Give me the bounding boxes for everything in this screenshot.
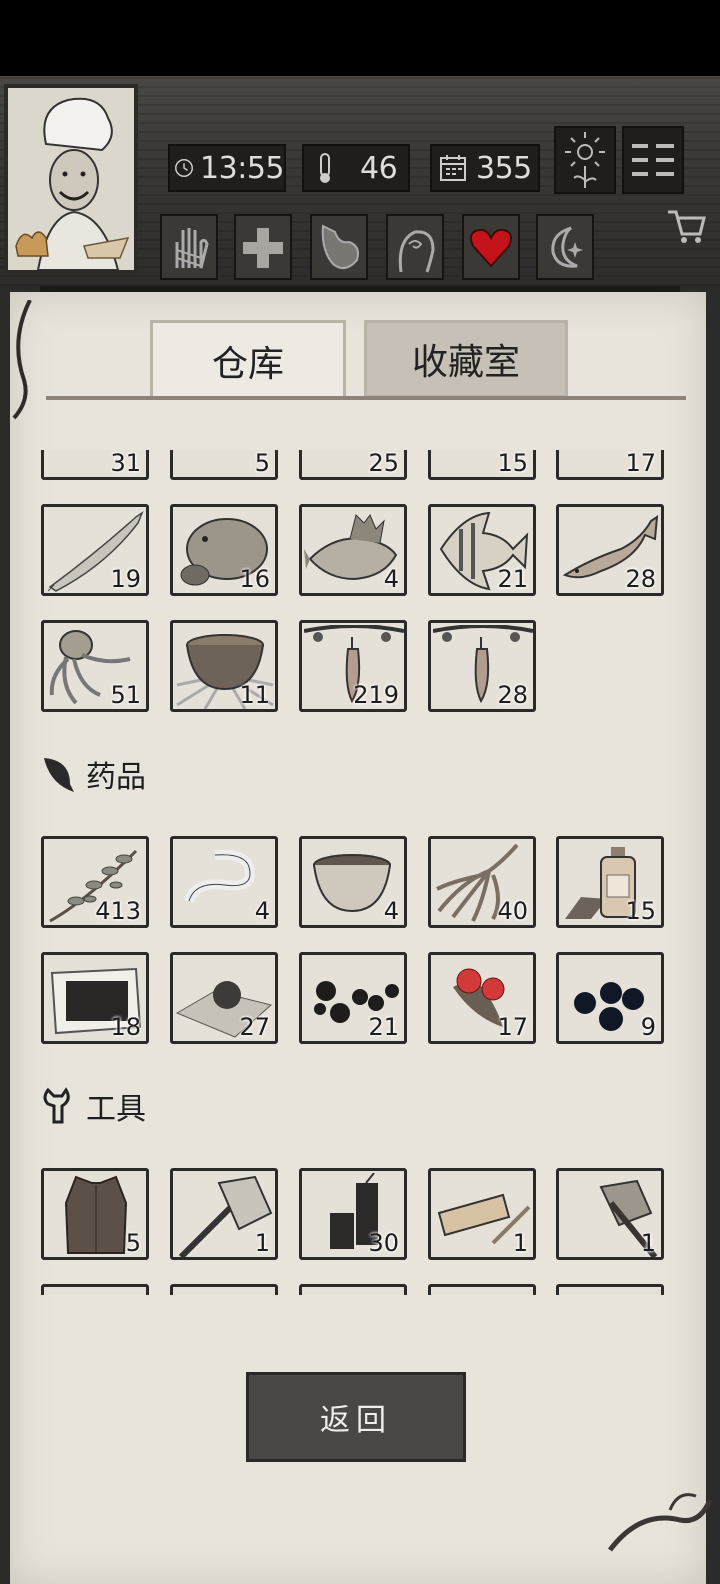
section-title: 药品 bbox=[86, 760, 146, 795]
status-sleep[interactable] bbox=[536, 214, 594, 280]
temperature-display: 46 bbox=[302, 144, 410, 192]
item-cell[interactable]: 5 bbox=[170, 450, 278, 480]
item-cell[interactable]: 31 bbox=[41, 450, 149, 480]
item-cell[interactable]: 9 bbox=[556, 952, 664, 1044]
menu-icon bbox=[632, 144, 674, 176]
item-cell[interactable]: 25 bbox=[299, 450, 407, 480]
item-cell[interactable]: 28 bbox=[556, 504, 664, 596]
days-value: 355 bbox=[476, 150, 532, 186]
item-cell[interactable]: 21 bbox=[428, 504, 536, 596]
item-cell[interactable] bbox=[428, 1284, 536, 1295]
item-cell[interactable]: 17 bbox=[556, 450, 664, 480]
item-cell[interactable]: 219 bbox=[299, 620, 407, 712]
item-cell[interactable]: 15 bbox=[428, 450, 536, 480]
character-portrait[interactable] bbox=[4, 84, 138, 274]
status-health[interactable] bbox=[234, 214, 292, 280]
item-cell[interactable]: 28 bbox=[428, 620, 536, 712]
moon-icon bbox=[551, 226, 583, 268]
wrench-icon bbox=[43, 1087, 70, 1124]
item-cell[interactable]: 30 bbox=[299, 1168, 407, 1260]
section-title: 工具 bbox=[86, 1092, 146, 1127]
status-heart[interactable] bbox=[462, 214, 520, 280]
days-display: 355 bbox=[430, 144, 540, 192]
temperature-value: 46 bbox=[360, 150, 398, 186]
thermometer-icon bbox=[320, 153, 330, 183]
section-tools: 工具 bbox=[40, 1084, 146, 1128]
tab-warehouse[interactable]: 仓库 bbox=[150, 320, 346, 398]
item-cell[interactable]: 16 bbox=[170, 504, 278, 596]
back-button[interactable]: 返回 bbox=[246, 1372, 466, 1462]
item-cell[interactable]: 21 bbox=[299, 952, 407, 1044]
menu-button[interactable] bbox=[622, 126, 684, 194]
sunflower-button[interactable] bbox=[554, 126, 616, 194]
sunflower-icon bbox=[565, 132, 605, 188]
status-bar-area bbox=[0, 0, 720, 76]
clock-icon bbox=[175, 159, 194, 177]
vine-decoration bbox=[608, 1493, 713, 1552]
tab-collection[interactable]: 收藏室 bbox=[364, 320, 568, 398]
item-cell[interactable] bbox=[170, 1284, 278, 1295]
item-cell[interactable]: 1 bbox=[556, 1168, 664, 1260]
item-cell[interactable]: 51 bbox=[41, 620, 149, 712]
inventory-grid[interactable]: 31 5 25 15 17 19 16 4 21 28 51 11 219 28… bbox=[10, 450, 706, 1295]
status-hand[interactable] bbox=[160, 214, 218, 280]
section-medicine: 药品 bbox=[40, 752, 146, 796]
leaf-icon bbox=[44, 758, 74, 792]
item-cell[interactable]: 19 bbox=[41, 504, 149, 596]
time-display: 13:55 bbox=[168, 144, 286, 192]
calendar-icon bbox=[440, 155, 466, 181]
head-icon bbox=[398, 230, 435, 273]
time-value: 13:55 bbox=[200, 150, 284, 186]
item-cell[interactable] bbox=[41, 1284, 149, 1295]
tab-divider bbox=[46, 396, 686, 400]
hand-icon bbox=[175, 228, 209, 269]
item-cell[interactable]: 18 bbox=[41, 952, 149, 1044]
item-cell[interactable]: 11 bbox=[170, 620, 278, 712]
item-cell[interactable]: 413 bbox=[41, 836, 149, 928]
status-stomach[interactable] bbox=[310, 214, 368, 280]
status-mind[interactable] bbox=[386, 214, 444, 280]
item-cell[interactable]: 1 bbox=[170, 1168, 278, 1260]
item-cell[interactable]: 17 bbox=[428, 952, 536, 1044]
item-cell[interactable]: 1 bbox=[428, 1168, 536, 1260]
item-cell[interactable]: 4 bbox=[170, 836, 278, 928]
item-cell[interactable]: 27 bbox=[170, 952, 278, 1044]
item-cell[interactable]: 15 bbox=[556, 836, 664, 928]
medical-cross-icon bbox=[243, 228, 283, 268]
item-cell[interactable]: 4 bbox=[299, 836, 407, 928]
item-cell[interactable]: 5 bbox=[41, 1168, 149, 1260]
vine-decoration bbox=[12, 300, 32, 420]
item-cell[interactable]: 4 bbox=[299, 504, 407, 596]
heart-icon bbox=[470, 228, 512, 268]
item-cell[interactable] bbox=[299, 1284, 407, 1295]
cart-icon[interactable] bbox=[664, 206, 708, 246]
item-cell[interactable] bbox=[556, 1284, 664, 1295]
stomach-icon bbox=[321, 224, 359, 270]
item-cell[interactable]: 40 bbox=[428, 836, 536, 928]
